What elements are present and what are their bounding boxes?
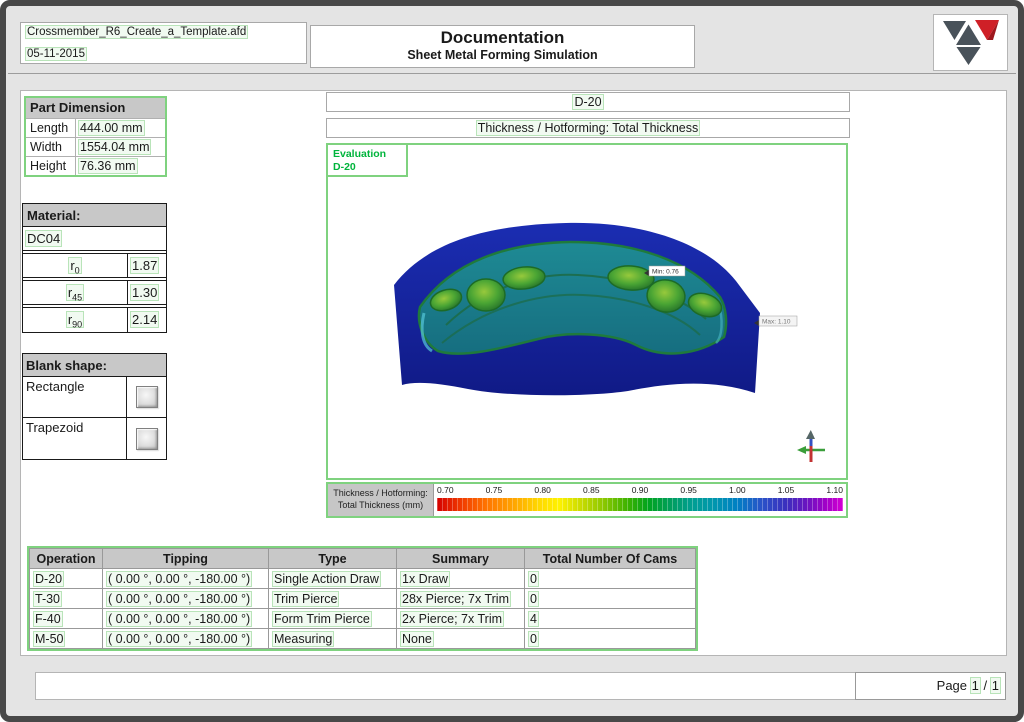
page-number-box: Page 1 / 1 [855, 672, 1006, 700]
file-date: 05-11-2015 [26, 48, 86, 60]
min-annotation-flag: Min: 0.76 [644, 265, 686, 277]
part-dimension-title: Part Dimension [26, 98, 165, 118]
table-row: Length 444.00 mm [26, 118, 165, 137]
axis-triad-icon [797, 430, 825, 462]
legend-label: Thickness / Hotforming: Total Thickness … [328, 484, 434, 516]
part-dimension-table: Part Dimension Length 444.00 mm Width 15… [24, 96, 167, 177]
blank-shape-table: Blank shape: Rectangle Trapezoid [22, 353, 167, 460]
column-header: Tipping [102, 548, 269, 569]
autoform-logo-icon [942, 19, 999, 65]
table-row: Width 1554.04 mm [26, 137, 165, 156]
table-row: Trapezoid [23, 418, 166, 459]
r-value-label: r90 [66, 312, 84, 330]
result-variable-box: Thickness / Hotforming: Total Thickness [326, 118, 850, 138]
dimension-label: Height [26, 157, 76, 175]
r-value: 2.14 [127, 308, 166, 332]
simulation-result-image[interactable]: Min: 0.76 Max: 1.10 [328, 145, 846, 478]
dimension-value: 76.36 mm [79, 159, 137, 173]
r-value-label: r45 [66, 285, 84, 303]
tick-label: 0.70 [437, 485, 454, 495]
evaluation-label: Evaluation D-20 [326, 143, 408, 177]
column-header: Operation [29, 548, 103, 569]
material-table: Material: DC04 r0 1.87 r45 1.30 r90 2.14 [22, 203, 167, 333]
blank-shape-option-label: Rectangle [23, 377, 127, 417]
trapezoid-checkbox[interactable] [135, 427, 158, 450]
header-divider [8, 73, 1016, 74]
page-subtitle: Sheet Metal Forming Simulation [407, 48, 598, 62]
tick-label: 1.00 [729, 485, 746, 495]
r-value: 1.30 [127, 281, 166, 304]
current-page: 1 [970, 678, 980, 693]
dimension-value: 444.00 mm [79, 121, 144, 135]
blank-shape-title: Blank shape: [23, 354, 166, 377]
rectangle-checkbox[interactable] [135, 386, 158, 408]
table-row: r0 1.87 [23, 253, 166, 278]
column-header: Summary [396, 548, 525, 569]
r-value: 1.87 [127, 254, 166, 277]
document-title-box: Documentation Sheet Metal Forming Simula… [310, 25, 695, 68]
dimension-value: 1554.04 mm [79, 140, 151, 154]
dimension-label: Length [26, 119, 76, 137]
total-pages: 1 [990, 678, 1000, 693]
max-annotation-flag: Max: 1.10 [754, 315, 798, 327]
tick-label: 1.05 [777, 485, 795, 495]
tick-label: 1.10 [826, 485, 843, 495]
svg-text:Min: 0.76: Min: 0.76 [652, 269, 679, 276]
column-header: Total Number Of Cams [524, 548, 696, 569]
legend-scale: 0.70 0.75 0.80 0.85 0.90 0.95 1.00 1.05 … [434, 484, 846, 516]
tick-label: 0.95 [680, 485, 697, 495]
tick-label: 0.75 [485, 485, 503, 495]
operations-table: Operation Tipping Type Summary Total Num… [27, 546, 698, 651]
content-page: Part Dimension Length 444.00 mm Width 15… [20, 90, 1007, 656]
logo-box [933, 14, 1008, 71]
color-legend: Thickness / Hotforming: Total Thickness … [326, 482, 848, 518]
dimension-label: Width [26, 138, 76, 156]
page-label: Page [936, 678, 968, 693]
evaluation-viewport: Evaluation D-20 Min: 0.76 Max: 1.10 [326, 143, 848, 480]
tick-label: 0.85 [583, 485, 600, 495]
tick-label: 0.80 [534, 485, 551, 495]
file-info-box: Crossmember_R6_Create_a_Template.afd 05-… [20, 22, 307, 64]
page-title: Documentation [440, 28, 565, 47]
file-name: Crossmember_R6_Create_a_Template.afd [26, 26, 248, 38]
table-row: r45 1.30 [23, 280, 166, 305]
table-row: Rectangle [23, 377, 166, 418]
blank-shape-option-label: Trapezoid [23, 418, 127, 459]
rainbow-colorbar [437, 498, 843, 511]
table-row: Height 76.36 mm [26, 156, 165, 175]
document-page: Crossmember_R6_Create_a_Template.afd 05-… [0, 0, 1024, 722]
tick-label: 0.90 [631, 485, 649, 495]
material-title: Material: [23, 204, 166, 227]
table-row: F-40 ( 0.00 °, 0.00 °, -180.00 °) Form T… [29, 608, 696, 629]
table-row: T-30 ( 0.00 °, 0.00 °, -180.00 °) Trim P… [29, 588, 696, 609]
table-row: r90 2.14 [23, 307, 166, 332]
r-value-label: r0 [69, 258, 81, 276]
embossment-bump [466, 278, 506, 312]
table-header-row: Operation Tipping Type Summary Total Num… [29, 548, 696, 569]
svg-text:Max: 1.10: Max: 1.10 [762, 319, 791, 326]
operation-title-box: D-20 [326, 92, 850, 112]
table-row: D-20 ( 0.00 °, 0.00 °, -180.00 °) Single… [29, 568, 696, 589]
material-name: DC04 [23, 227, 166, 251]
column-header: Type [268, 548, 397, 569]
table-row: M-50 ( 0.00 °, 0.00 °, -180.00 °) Measur… [29, 628, 696, 649]
legend-ticks: 0.70 0.75 0.80 0.85 0.90 0.95 1.00 1.05 … [437, 485, 843, 498]
